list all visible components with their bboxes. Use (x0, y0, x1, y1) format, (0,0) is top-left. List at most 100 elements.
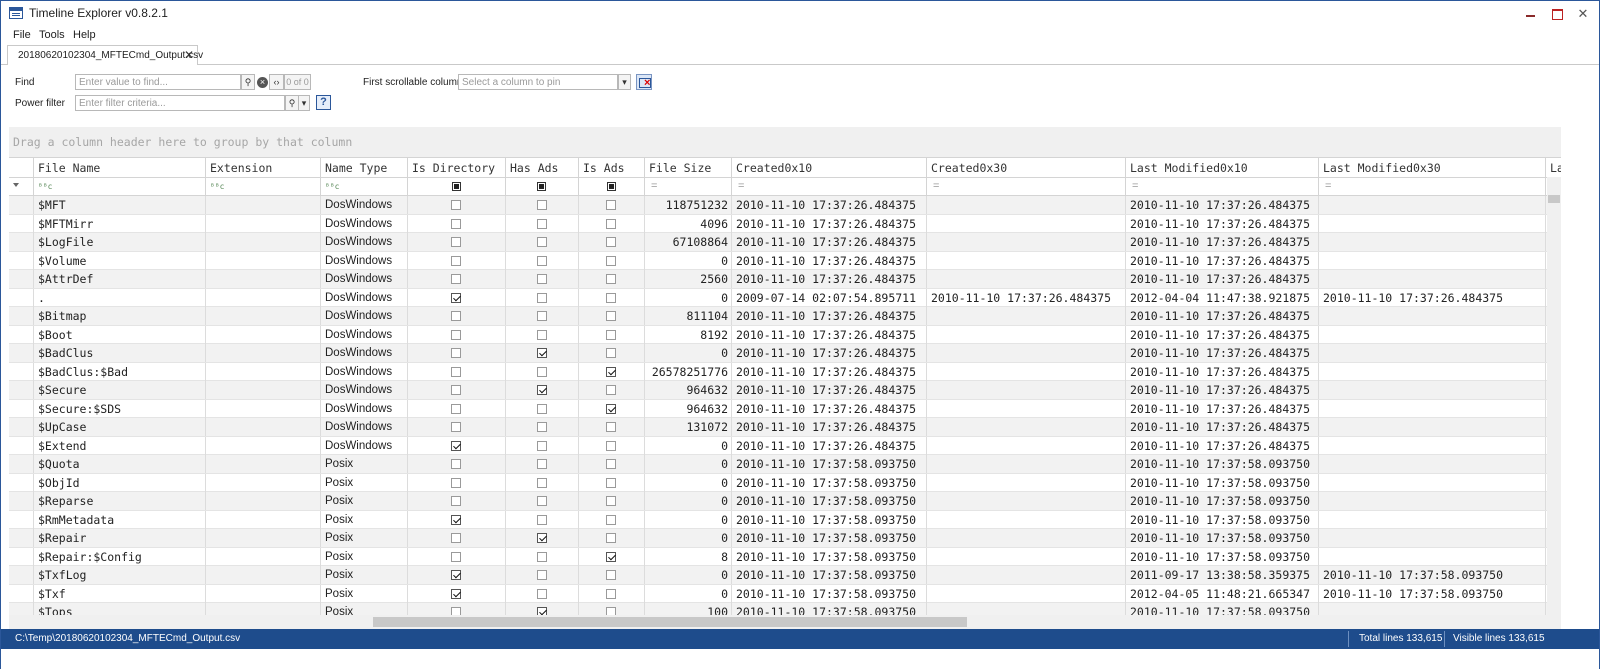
unchecked-checkbox-icon[interactable] (537, 274, 547, 284)
power-filter-input[interactable] (75, 95, 285, 111)
column-header-name-type[interactable]: Name Type (321, 158, 408, 178)
row-indicator[interactable] (9, 547, 34, 566)
table-row[interactable]: $Repair:$Config Posix 8 2010-11-10 17:37:58… (9, 547, 1561, 566)
unchecked-checkbox-icon[interactable] (451, 403, 461, 414)
row-indicator[interactable] (9, 584, 34, 603)
unchecked-checkbox-icon[interactable] (451, 533, 461, 543)
unchecked-checkbox-icon[interactable] (606, 496, 616, 506)
unchecked-checkbox-icon[interactable] (606, 274, 616, 284)
row-indicator[interactable] (9, 510, 34, 529)
unchecked-checkbox-icon[interactable] (451, 496, 461, 506)
indeterminate-checkbox-icon[interactable] (537, 182, 546, 191)
filter-search-icon[interactable]: ⚲ (285, 95, 299, 111)
unchecked-checkbox-icon[interactable] (606, 255, 616, 266)
indeterminate-checkbox-icon[interactable] (607, 182, 616, 191)
table-row[interactable]: $BadClus DosWindows 0 2010-11-10 17:37:26.4… (9, 344, 1561, 363)
unchecked-checkbox-icon[interactable] (537, 588, 547, 599)
unpin-columns-icon[interactable] (636, 74, 652, 90)
row-indicator[interactable] (9, 270, 34, 288)
unchecked-checkbox-icon[interactable] (606, 237, 616, 247)
horizontal-scroll-thumb[interactable] (373, 617, 967, 627)
checked-checkbox-icon[interactable] (537, 385, 547, 395)
checked-checkbox-icon[interactable] (606, 403, 616, 414)
table-row[interactable]: $Quota Posix 0 2010-11-10 17:37:58.093750 20… (9, 455, 1561, 474)
table-row[interactable]: $MFTMirr DosWindows 4096 2010-11-10 17:37:2… (9, 214, 1561, 233)
column-header-created0x30[interactable]: Created0x30 (927, 158, 1126, 178)
unchecked-checkbox-icon[interactable] (606, 570, 616, 580)
column-header-partial[interactable]: La (1546, 158, 1561, 178)
menu-tools[interactable]: Tools (39, 29, 65, 41)
unchecked-checkbox-icon[interactable] (451, 329, 461, 340)
row-indicator[interactable] (9, 492, 34, 510)
table-row[interactable]: $Bitmap DosWindows 811104 2010-11-10 17:37:… (9, 307, 1561, 326)
row-indicator[interactable] (9, 307, 34, 325)
table-row[interactable]: $Extend DosWindows 0 2010-11-10 17:37:26.48… (9, 436, 1561, 455)
unchecked-checkbox-icon[interactable] (606, 311, 616, 321)
unchecked-checkbox-icon[interactable] (537, 459, 547, 469)
unchecked-checkbox-icon[interactable] (451, 311, 461, 321)
unchecked-checkbox-icon[interactable] (606, 533, 616, 543)
unchecked-checkbox-icon[interactable] (537, 237, 547, 247)
row-indicator[interactable] (9, 344, 34, 362)
checked-checkbox-icon[interactable] (451, 588, 461, 599)
clear-find-icon[interactable]: × (257, 77, 268, 88)
row-indicator[interactable] (9, 325, 34, 344)
filter-cell-is-directory[interactable] (408, 178, 506, 196)
table-row[interactable]: $ObjId Posix 0 2010-11-10 17:37:58.093750 20… (9, 473, 1561, 492)
unchecked-checkbox-icon[interactable] (606, 200, 616, 210)
filter-cell-file-size[interactable]: = (645, 178, 732, 196)
filter-cell-is-ads[interactable] (579, 178, 645, 196)
table-row[interactable]: $BadClus:$Bad DosWindows 26578251776 2010-1… (9, 362, 1561, 381)
unchecked-checkbox-icon[interactable] (451, 237, 461, 247)
filter-help-button[interactable]: ? (316, 95, 331, 110)
table-row[interactable]: $Volume DosWindows 0 2010-11-10 17:37:26.48… (9, 251, 1561, 270)
unchecked-checkbox-icon[interactable] (606, 514, 616, 525)
unchecked-checkbox-icon[interactable] (451, 366, 461, 377)
column-header-extension[interactable]: Extension (206, 158, 321, 178)
row-indicator[interactable] (9, 251, 34, 270)
unchecked-checkbox-icon[interactable] (537, 218, 547, 229)
row-indicator[interactable] (9, 214, 34, 233)
unchecked-checkbox-icon[interactable] (537, 496, 547, 506)
group-by-area[interactable]: Drag a column header here to group by th… (9, 127, 1561, 157)
checked-checkbox-icon[interactable] (537, 348, 547, 358)
unchecked-checkbox-icon[interactable] (451, 551, 461, 562)
row-indicator[interactable] (9, 196, 34, 214)
unchecked-checkbox-icon[interactable] (451, 422, 461, 432)
unchecked-checkbox-icon[interactable] (606, 385, 616, 395)
unchecked-checkbox-icon[interactable] (537, 292, 547, 303)
unchecked-checkbox-icon[interactable] (606, 459, 616, 469)
column-header-is-ads[interactable]: Is Ads (579, 158, 645, 178)
row-indicator[interactable] (9, 233, 34, 251)
unchecked-checkbox-icon[interactable] (537, 255, 547, 266)
find-prev-next-icon[interactable]: ‹› (269, 74, 284, 90)
find-input[interactable] (75, 74, 241, 90)
checked-checkbox-icon[interactable] (451, 440, 461, 451)
close-button[interactable]: ✕ (1574, 5, 1592, 23)
filter-cell-last-modified0x30[interactable]: = (1319, 178, 1546, 196)
unchecked-checkbox-icon[interactable] (537, 440, 547, 451)
unchecked-checkbox-icon[interactable] (537, 200, 547, 210)
pin-column-select[interactable] (458, 74, 618, 90)
unchecked-checkbox-icon[interactable] (606, 218, 616, 229)
unchecked-checkbox-icon[interactable] (537, 311, 547, 321)
unchecked-checkbox-icon[interactable] (451, 348, 461, 358)
unchecked-checkbox-icon[interactable] (451, 477, 461, 488)
table-row[interactable]: $Reparse Posix 0 2010-11-10 17:37:58.093750… (9, 492, 1561, 511)
unchecked-checkbox-icon[interactable] (537, 477, 547, 488)
unchecked-checkbox-icon[interactable] (451, 255, 461, 266)
unchecked-checkbox-icon[interactable] (451, 274, 461, 284)
unchecked-checkbox-icon[interactable] (537, 403, 547, 414)
horizontal-scrollbar[interactable] (9, 615, 1561, 629)
column-header-file-size[interactable]: File Size (645, 158, 732, 178)
column-header-has-ads[interactable]: Has Ads (506, 158, 579, 178)
unchecked-checkbox-icon[interactable] (537, 422, 547, 432)
unchecked-checkbox-icon[interactable] (606, 607, 616, 615)
row-indicator[interactable] (9, 529, 34, 547)
unchecked-checkbox-icon[interactable] (606, 440, 616, 451)
table-row[interactable]: $Tops Posix 100 2010-11-10 17:37:58.093750 2… (9, 603, 1561, 615)
row-indicator[interactable] (9, 418, 34, 436)
column-header-last-modified0x30[interactable]: Last Modified0x30 (1319, 158, 1546, 178)
find-search-icon[interactable]: ⚲ (241, 74, 255, 90)
menu-help[interactable]: Help (73, 29, 96, 41)
